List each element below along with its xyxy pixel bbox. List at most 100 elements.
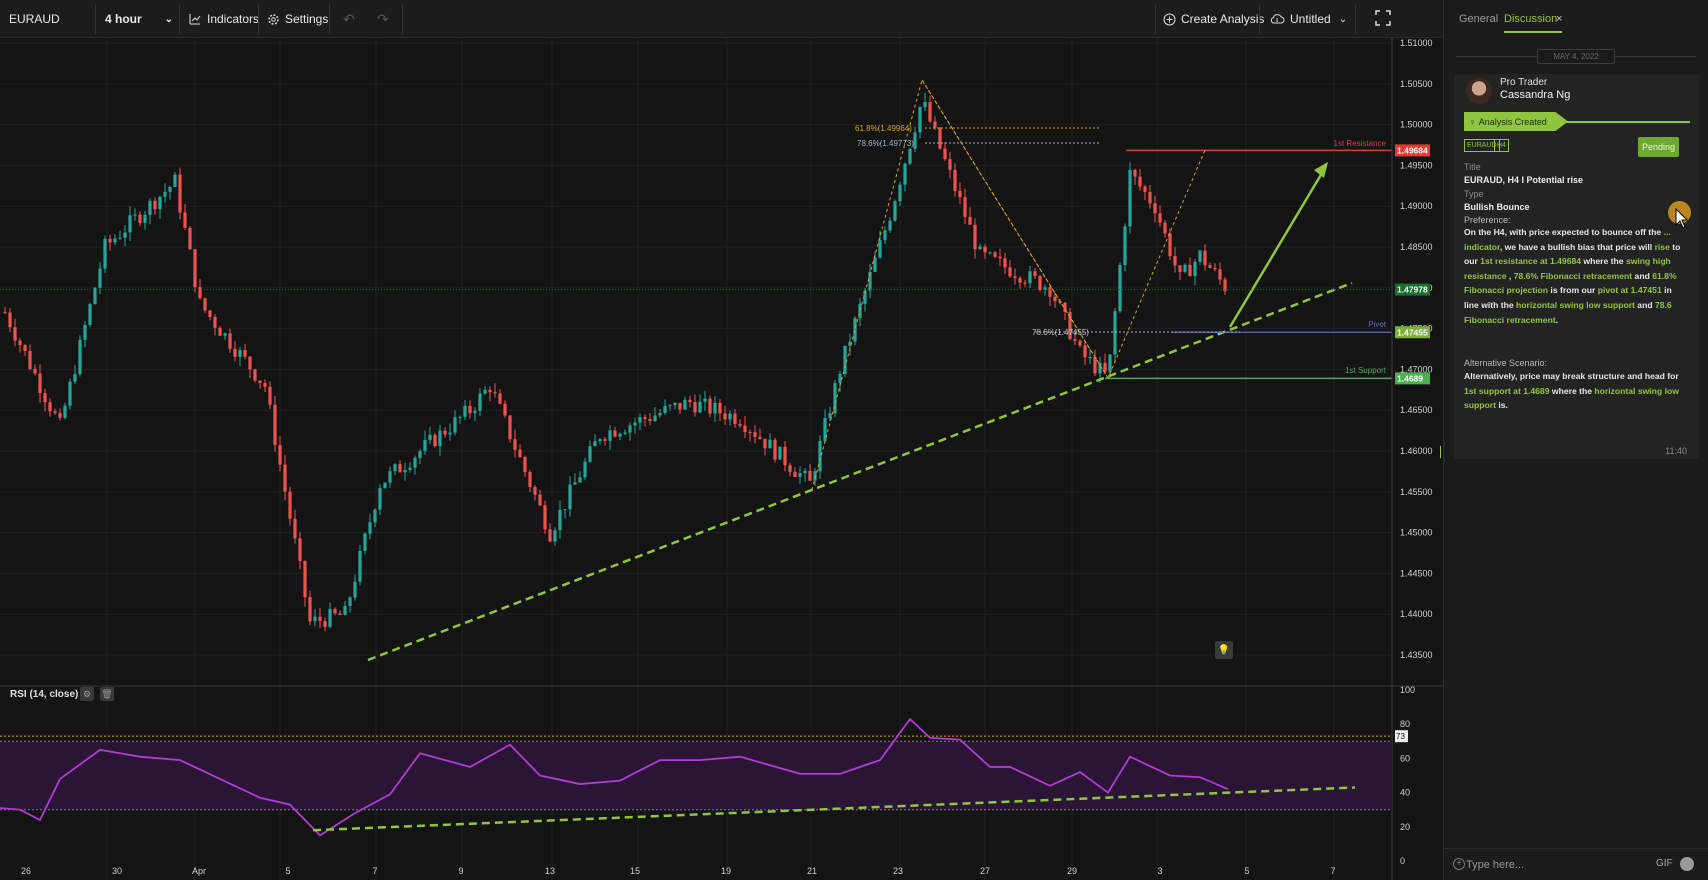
create-analysis-button[interactable]: Create Analysis [1162, 0, 1264, 38]
candle-body [633, 422, 637, 426]
time-tick-label: 9 [458, 866, 463, 876]
candle-body [898, 184, 902, 202]
candle-body [613, 430, 617, 437]
candle-body [1083, 345, 1087, 358]
title-label: Title [1464, 162, 1481, 172]
tab-discussion[interactable]: Discussion [1504, 13, 1557, 25]
lightbulb-icon[interactable]: 💡 [1215, 641, 1233, 659]
candle-body [978, 246, 982, 250]
candle-body [33, 368, 37, 374]
candle-body [923, 102, 927, 108]
candle-body [418, 451, 422, 458]
candle-body [803, 470, 807, 474]
candle-body [43, 393, 47, 403]
candle-body [308, 597, 312, 622]
candle-body [153, 200, 157, 210]
chart-area[interactable]: 1st Resistance Pivot 1st Support 61.8%(1.49… [0, 38, 1443, 880]
candle-body [203, 298, 207, 311]
candle-body [328, 608, 332, 627]
price-tick-label: 1.50000 [1400, 120, 1433, 130]
candle-body [918, 107, 922, 133]
rsi-value-label: 73 [1396, 732, 1405, 741]
price-tick-label: 1.49500 [1400, 160, 1433, 170]
redo-icon: ↷ [377, 10, 389, 27]
indicators-button[interactable]: Indicators [188, 0, 259, 38]
candle-body [828, 413, 832, 419]
trendline [367, 281, 1353, 662]
candle-body [273, 404, 277, 446]
close-icon[interactable]: × [1556, 13, 1562, 25]
symbol-selector[interactable]: EURAUD [9, 0, 60, 38]
candle-body [88, 304, 92, 325]
fullscreen-button[interactable] [1375, 0, 1391, 38]
tab-general[interactable]: General [1459, 13, 1498, 25]
settings-button[interactable]: Settings [266, 0, 328, 38]
candle-body [283, 464, 287, 492]
candle-body [18, 340, 22, 346]
chart-line-icon [188, 12, 202, 26]
preference-text: On the H4, with price expected to bounce… [1464, 227, 1681, 325]
settings-label: Settings [285, 12, 329, 26]
candle-body [338, 613, 342, 615]
rsi-label: RSI (14, close) [10, 689, 79, 700]
candle-body [853, 318, 857, 342]
support-price-badge-label: 1.4689 [1397, 373, 1423, 383]
pivot-label: Pivot [1368, 320, 1387, 329]
gear-icon[interactable]: ⚙ [80, 687, 94, 701]
candle-body [8, 312, 12, 328]
candle-body [1003, 258, 1007, 268]
candle-body [168, 186, 172, 192]
attach-icon[interactable]: + [1453, 858, 1465, 870]
price-tick-label: 1.45500 [1400, 487, 1433, 497]
candles [3, 92, 1227, 632]
candle-body [933, 121, 937, 128]
mouse-pointer-icon [1675, 208, 1689, 229]
candle-body [973, 224, 977, 250]
candle-body [423, 439, 427, 452]
price-chart[interactable]: 1st Resistance Pivot 1st Support 61.8%(1.49… [0, 38, 1443, 880]
layout-selector[interactable]: Untitled ⌄ [1268, 0, 1347, 38]
candle-body [718, 402, 722, 414]
candle-body [523, 457, 527, 473]
candle-body [373, 509, 377, 523]
interval-selector[interactable]: 4 hour ⌄ [105, 0, 173, 38]
candle-body [473, 410, 477, 414]
candle-body [878, 240, 882, 258]
trash-icon[interactable]: 🗑 [100, 687, 114, 701]
candle-body [458, 416, 462, 418]
candle-body [53, 411, 57, 414]
support-label: 1st Support [1345, 366, 1387, 375]
candle-body [623, 432, 627, 434]
candle-body [1078, 340, 1082, 346]
candle-body [348, 597, 352, 606]
message-composer: + GIF [1444, 848, 1708, 880]
rsi-tick-label: 80 [1400, 719, 1410, 729]
candle-body [1118, 265, 1122, 312]
undo-button[interactable]: ↶ [343, 0, 355, 38]
candle-body [1098, 362, 1102, 374]
candle-body [593, 441, 597, 447]
rsi-tick-label: 20 [1400, 822, 1410, 832]
candle-body [233, 348, 237, 357]
gif-button[interactable]: GIF [1656, 858, 1673, 869]
candle-body [318, 616, 322, 622]
emoji-icon[interactable] [1680, 857, 1694, 871]
candle-body [28, 350, 32, 369]
avatar[interactable] [1466, 78, 1492, 104]
candle-body [588, 446, 592, 462]
candle-body [688, 399, 692, 403]
candle-body [638, 417, 642, 423]
author-name[interactable]: Cassandra Ng [1500, 89, 1570, 101]
time-tick-label: 7 [1330, 866, 1335, 876]
candle-body [358, 550, 362, 582]
candle-body [198, 287, 202, 299]
fib-label: 61.8%(1.49964) [855, 124, 912, 133]
candle-body [143, 214, 147, 223]
divider [402, 4, 403, 34]
redo-button[interactable]: ↷ [377, 0, 389, 38]
indicators-label: Indicators [207, 12, 260, 26]
candle-body [728, 413, 732, 420]
candle-body [1143, 186, 1147, 192]
message-input[interactable] [1466, 856, 1626, 874]
candle-body [173, 174, 177, 187]
